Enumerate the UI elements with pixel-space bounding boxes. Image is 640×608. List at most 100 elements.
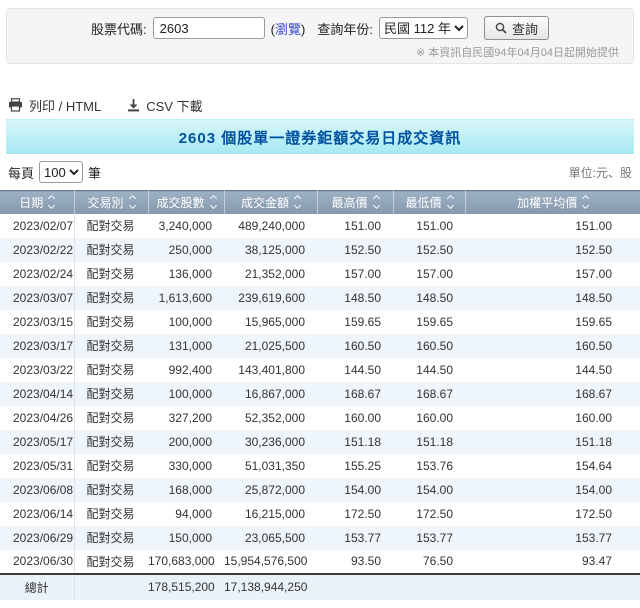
cell: 151.18 xyxy=(317,430,393,454)
table-row: 2023/06/30配對交易170,683,00015,954,576,5009… xyxy=(0,550,640,574)
sort-icon[interactable] xyxy=(448,196,453,208)
meta-row: 每頁 100 筆 單位:元、股 xyxy=(8,159,632,185)
cell: 131,000 xyxy=(148,334,224,358)
cell: 489,240,000 xyxy=(224,214,317,238)
cell: 151.00 xyxy=(317,214,393,238)
cell: 21,025,500 xyxy=(224,334,317,358)
csv-download-button[interactable]: CSV 下載 xyxy=(127,96,202,115)
printer-icon xyxy=(8,98,23,112)
cell: 配對交易 xyxy=(74,478,148,502)
stock-code-label: 股票代碼: xyxy=(91,19,147,38)
cell: 152.50 xyxy=(465,238,640,262)
sort-icon[interactable] xyxy=(583,196,588,208)
cell: 136,000 xyxy=(148,262,224,286)
search-button[interactable]: 查詢 xyxy=(484,16,549,40)
search-icon xyxy=(495,22,507,34)
column-label: 最低價 xyxy=(405,194,441,211)
cell: 2023/05/31 xyxy=(0,454,74,478)
cell: 154.00 xyxy=(317,478,393,502)
cell: 168.67 xyxy=(465,382,640,406)
cell: 159.65 xyxy=(465,310,640,334)
cell: 250,000 xyxy=(148,238,224,262)
table-row: 2023/03/22配對交易992,400143,401,800144.5014… xyxy=(0,358,640,382)
print-html-button[interactable]: 列印 / HTML xyxy=(8,96,101,115)
query-panel: 股票代碼: (瀏覽) 查詢年份: 民國 112 年 查詢 ※ 本資訊自民國94年… xyxy=(6,8,634,64)
csv-download-label: CSV 下載 xyxy=(146,96,202,115)
column-header-5[interactable]: 最低價 xyxy=(393,191,465,214)
sort-icon[interactable] xyxy=(374,196,379,208)
cell: 148.50 xyxy=(465,286,640,310)
column-header-6[interactable]: 加權平均價 xyxy=(465,191,640,214)
column-label: 加權平均價 xyxy=(517,194,577,211)
cell: 200,000 xyxy=(148,430,224,454)
cell: 配對交易 xyxy=(74,358,148,382)
cell: 148.50 xyxy=(317,286,393,310)
table-row: 2023/02/07配對交易3,240,000489,240,000151.00… xyxy=(0,214,640,238)
cell: 157.00 xyxy=(393,262,465,286)
cell: 2023/04/26 xyxy=(0,406,74,430)
column-header-2[interactable]: 成交股數 xyxy=(148,191,224,214)
cell: 16,215,000 xyxy=(224,502,317,526)
cell: 93.50 xyxy=(317,550,393,574)
cell: 配對交易 xyxy=(74,238,148,262)
cell: 152.50 xyxy=(317,238,393,262)
cell: 160.00 xyxy=(317,406,393,430)
cell: 159.65 xyxy=(317,310,393,334)
cell: 168.67 xyxy=(317,382,393,406)
total-empty xyxy=(74,574,148,600)
cell: 168.67 xyxy=(393,382,465,406)
sort-icon[interactable] xyxy=(130,196,135,208)
column-label: 日期 xyxy=(19,194,43,211)
table-row: 2023/03/17配對交易131,00021,025,500160.50160… xyxy=(0,334,640,358)
sort-icon[interactable] xyxy=(211,196,216,208)
print-html-label: 列印 / HTML xyxy=(29,96,101,115)
cell: 93.47 xyxy=(465,550,640,574)
cell: 2023/06/14 xyxy=(0,502,74,526)
page-size-suffix: 筆 xyxy=(88,163,101,182)
table-row: 2023/04/14配對交易100,00016,867,000168.67168… xyxy=(0,382,640,406)
cell: 配對交易 xyxy=(74,310,148,334)
column-header-1[interactable]: 交易別 xyxy=(74,191,148,214)
cell: 2023/03/17 xyxy=(0,334,74,358)
cell: 2023/03/15 xyxy=(0,310,74,334)
cell: 配對交易 xyxy=(74,286,148,310)
cell: 76.50 xyxy=(393,550,465,574)
cell: 155.25 xyxy=(317,454,393,478)
cell: 153.77 xyxy=(465,526,640,550)
data-availability-note: ※ 本資訊自民國94年04月04日起開始提供 xyxy=(17,44,623,60)
table-row: 2023/06/08配對交易168,00025,872,000154.00154… xyxy=(0,478,640,502)
year-select[interactable]: 民國 112 年 xyxy=(379,17,468,39)
page-size-select[interactable]: 100 xyxy=(39,161,83,183)
cell: 2023/03/07 xyxy=(0,286,74,310)
sort-icon[interactable] xyxy=(295,196,300,208)
browse-wrap: (瀏覽) xyxy=(271,19,306,38)
page-title: 2603 個股單一證券鉅額交易日成交資訊 xyxy=(179,127,462,148)
column-label: 成交金額 xyxy=(241,194,289,211)
download-icon xyxy=(127,98,140,112)
column-label: 交易別 xyxy=(87,194,123,211)
column-header-0[interactable]: 日期 xyxy=(0,191,74,214)
cell: 154.00 xyxy=(393,478,465,502)
cell: 172.50 xyxy=(465,502,640,526)
page-size-control: 每頁 100 筆 xyxy=(8,161,101,183)
cell: 153.77 xyxy=(393,526,465,550)
column-header-3[interactable]: 成交金額 xyxy=(224,191,317,214)
cell: 239,619,600 xyxy=(224,286,317,310)
column-label: 成交股數 xyxy=(156,194,204,211)
table-row: 2023/02/22配對交易250,00038,125,000152.50152… xyxy=(0,238,640,262)
cell: 151.00 xyxy=(393,214,465,238)
stock-code-input[interactable] xyxy=(153,17,265,39)
column-header-4[interactable]: 最高價 xyxy=(317,191,393,214)
cell: 148.50 xyxy=(393,286,465,310)
cell: 2023/06/30 xyxy=(0,550,74,574)
sort-icon[interactable] xyxy=(49,196,54,208)
cell: 2023/02/07 xyxy=(0,214,74,238)
cell: 2023/04/14 xyxy=(0,382,74,406)
cell: 23,065,500 xyxy=(224,526,317,550)
cell: 配對交易 xyxy=(74,334,148,358)
column-label: 最高價 xyxy=(331,194,367,211)
cell: 3,240,000 xyxy=(148,214,224,238)
cell: 992,400 xyxy=(148,358,224,382)
cell: 168,000 xyxy=(148,478,224,502)
browse-link[interactable]: 瀏覽 xyxy=(275,22,301,37)
